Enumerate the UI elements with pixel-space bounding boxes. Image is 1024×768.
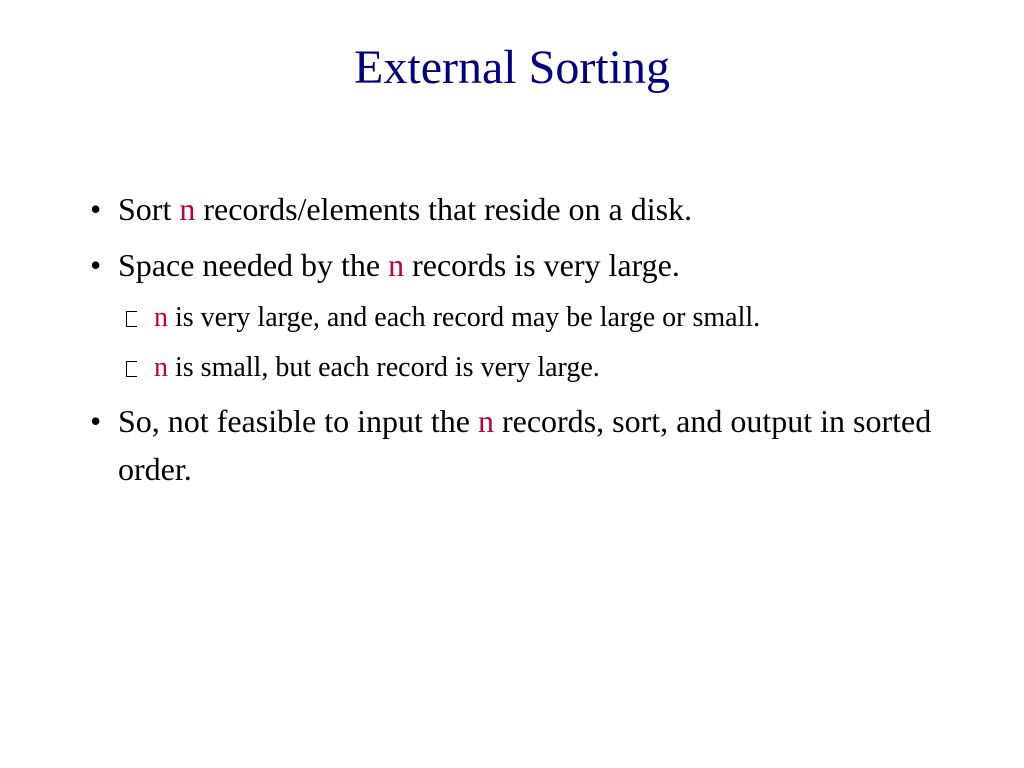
bullet-item: Sort n records/elements that reside on a… (90, 185, 934, 233)
highlight-n: n (154, 302, 168, 333)
bullet-text: records is very large. (404, 247, 680, 283)
highlight-n: n (179, 191, 195, 227)
bullet-text: records/elements that reside on a disk. (195, 191, 692, 227)
bullet-text: Sort (118, 191, 179, 227)
highlight-n: n (388, 247, 404, 283)
highlight-n: n (154, 352, 168, 383)
sub-bullet-item: n is small, but each record is very larg… (90, 347, 934, 389)
bullet-text: is very large, and each record may be la… (168, 302, 760, 333)
bullet-text: Space needed by the (118, 247, 388, 283)
sub-bullet-item: n is very large, and each record may be … (90, 297, 934, 339)
highlight-n: n (478, 403, 494, 439)
bullet-item: So, not feasible to input the n records,… (90, 397, 934, 493)
bullet-text: is small, but each record is very large. (168, 352, 600, 383)
bullet-text: So, not feasible to input the (118, 403, 478, 439)
bullet-list: Sort n records/elements that reside on a… (90, 185, 934, 493)
slide-title: External Sorting (90, 40, 934, 95)
bullet-item: Space needed by the n records is very la… (90, 241, 934, 289)
